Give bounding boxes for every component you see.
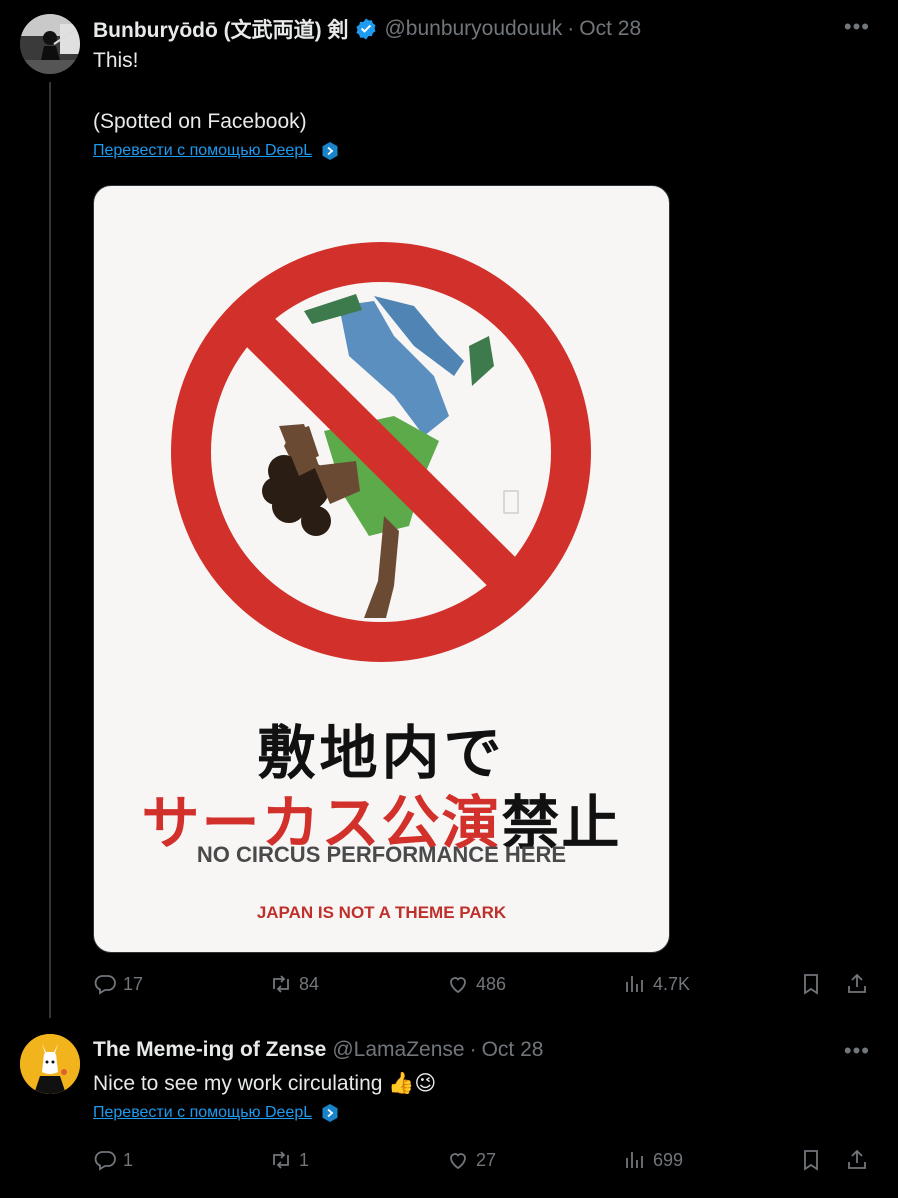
like-button[interactable]: 27 — [446, 1148, 496, 1172]
tweet-text: Nice to see my work circulating 👍😉 — [93, 1072, 437, 1095]
reply-button[interactable]: 17 — [93, 972, 143, 996]
retweet-count: 1 — [299, 1149, 310, 1170]
views-button[interactable]: 4.7K — [623, 972, 690, 996]
tweet-text-line-1: This! — [93, 49, 139, 72]
retweet-count: 84 — [299, 973, 320, 994]
translate-link[interactable]: Перевести с помощью DeepL — [93, 1103, 340, 1123]
deepl-icon — [320, 1103, 340, 1123]
tweet-actions: 1 1 27 699 — [93, 1148, 883, 1178]
tweet-actions: 17 84 486 4.7K — [93, 972, 883, 1002]
translate-label[interactable]: Перевести с помощью DeepL — [93, 1104, 312, 1122]
heart-icon — [450, 1153, 466, 1170]
separator-dot: · — [567, 17, 575, 40]
tweet-header: Bunburyōdō (文武両道) 剣 @bunburyoudouuk · Oc… — [93, 14, 641, 44]
author-name[interactable]: The Meme-ing of Zense — [93, 1038, 326, 1062]
views-chart-icon — [626, 976, 643, 992]
more-options-icon[interactable]: ••• — [844, 1038, 870, 1064]
bookmark-button[interactable] — [799, 972, 829, 996]
share-icon — [848, 1149, 866, 1169]
reply-icon — [94, 1151, 116, 1171]
views-count: 4.7K — [653, 973, 691, 994]
tweet-image[interactable]: 敷地内で サーカス公演禁止 NO CIRCUS PERFORMANCE HERE… — [93, 185, 670, 953]
tweet-date[interactable]: Oct 28 — [579, 17, 641, 41]
tweet-2[interactable]: The Meme-ing of Zense @LamaZense · Oct 2… — [0, 1018, 898, 1198]
tweet-text-line-2: (Spotted on Facebook) — [93, 110, 307, 133]
retweet-icon — [273, 1151, 289, 1169]
author-handle[interactable]: @bunburyoudouuk — [384, 17, 562, 41]
tweet-1[interactable]: Bunburyōdō (文武両道) 剣 @bunburyoudouuk · Oc… — [0, 0, 898, 1018]
views-button[interactable]: 699 — [623, 1148, 683, 1172]
reply-count: 1 — [123, 1149, 134, 1170]
reply-button[interactable]: 1 — [93, 1148, 133, 1172]
translate-label[interactable]: Перевести с помощью DeepL — [93, 142, 312, 160]
share-button[interactable] — [845, 1148, 875, 1172]
retweet-button[interactable]: 1 — [269, 1148, 309, 1172]
retweet-button[interactable]: 84 — [269, 972, 319, 996]
thread-line — [49, 82, 51, 1018]
reply-count: 17 — [123, 973, 144, 994]
views-count: 699 — [653, 1149, 684, 1170]
bookmark-icon — [804, 974, 818, 995]
views-chart-icon — [626, 1152, 643, 1168]
reply-icon — [94, 975, 116, 995]
like-count: 486 — [476, 973, 507, 994]
share-button[interactable] — [845, 972, 875, 996]
deepl-icon — [320, 141, 340, 161]
poster-english-line-1: NO CIRCUS PERFORMANCE HERE — [196, 842, 567, 867]
poster-english-line-2: JAPAN IS NOT A THEME PARK — [256, 903, 507, 922]
separator-dot: · — [469, 1038, 477, 1061]
tweet-date[interactable]: Oct 28 — [482, 1038, 544, 1062]
heart-icon — [450, 977, 466, 994]
retweet-icon — [273, 975, 289, 993]
bookmark-icon — [804, 1150, 818, 1171]
share-icon — [848, 973, 866, 993]
author-name[interactable]: Bunburyōdō (文武両道) 剣 — [93, 14, 348, 44]
tweet-header: The Meme-ing of Zense @LamaZense · Oct 2… — [93, 1038, 543, 1062]
verified-badge-icon — [354, 17, 378, 41]
like-button[interactable]: 486 — [446, 972, 506, 996]
more-options-icon[interactable]: ••• — [844, 14, 870, 40]
avatar[interactable] — [20, 14, 80, 74]
bookmark-button[interactable] — [799, 1148, 829, 1172]
translate-link[interactable]: Перевести с помощью DeepL — [93, 141, 340, 161]
avatar[interactable] — [20, 1034, 80, 1094]
no-circus-sign-illustration — [171, 242, 591, 662]
author-handle[interactable]: @LamaZense — [332, 1038, 464, 1062]
like-count: 27 — [476, 1149, 497, 1170]
